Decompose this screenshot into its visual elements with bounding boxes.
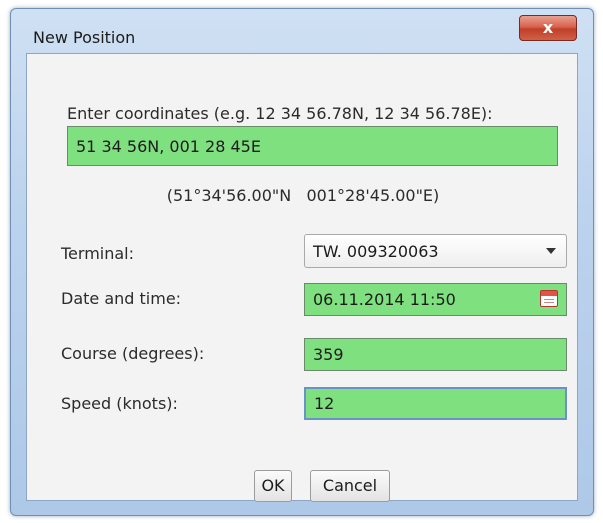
new-position-dialog: New Position x Enter coordinates (e.g. 1… bbox=[10, 8, 594, 516]
coordinates-input[interactable] bbox=[67, 126, 558, 166]
course-field[interactable] bbox=[304, 338, 567, 371]
speed-label: Speed (knots): bbox=[61, 394, 178, 413]
datetime-field[interactable] bbox=[304, 283, 567, 316]
coordinates-prompt: Enter coordinates (e.g. 12 34 56.78N, 12… bbox=[67, 104, 493, 123]
calendar-icon[interactable] bbox=[540, 290, 558, 307]
dialog-body: Enter coordinates (e.g. 12 34 56.78N, 12… bbox=[26, 53, 578, 502]
terminal-value: TW. 009320063 bbox=[313, 242, 439, 261]
cancel-button[interactable]: Cancel bbox=[310, 470, 390, 502]
close-icon: x bbox=[542, 18, 554, 37]
chevron-down-icon[interactable] bbox=[546, 248, 556, 254]
ok-button[interactable]: OK bbox=[254, 470, 292, 502]
datetime-label: Date and time: bbox=[61, 289, 182, 308]
course-label: Course (degrees): bbox=[61, 344, 205, 363]
title-bar[interactable]: New Position x bbox=[11, 9, 593, 53]
terminal-select[interactable]: TW. 009320063 bbox=[304, 234, 567, 268]
coordinates-readout: (51°34'56.00"N 001°28'45.00"E) bbox=[166, 186, 440, 205]
close-button[interactable]: x bbox=[519, 15, 577, 41]
dialog-title: New Position bbox=[33, 28, 136, 47]
terminal-label: Terminal: bbox=[61, 244, 135, 263]
speed-field[interactable] bbox=[304, 387, 567, 420]
